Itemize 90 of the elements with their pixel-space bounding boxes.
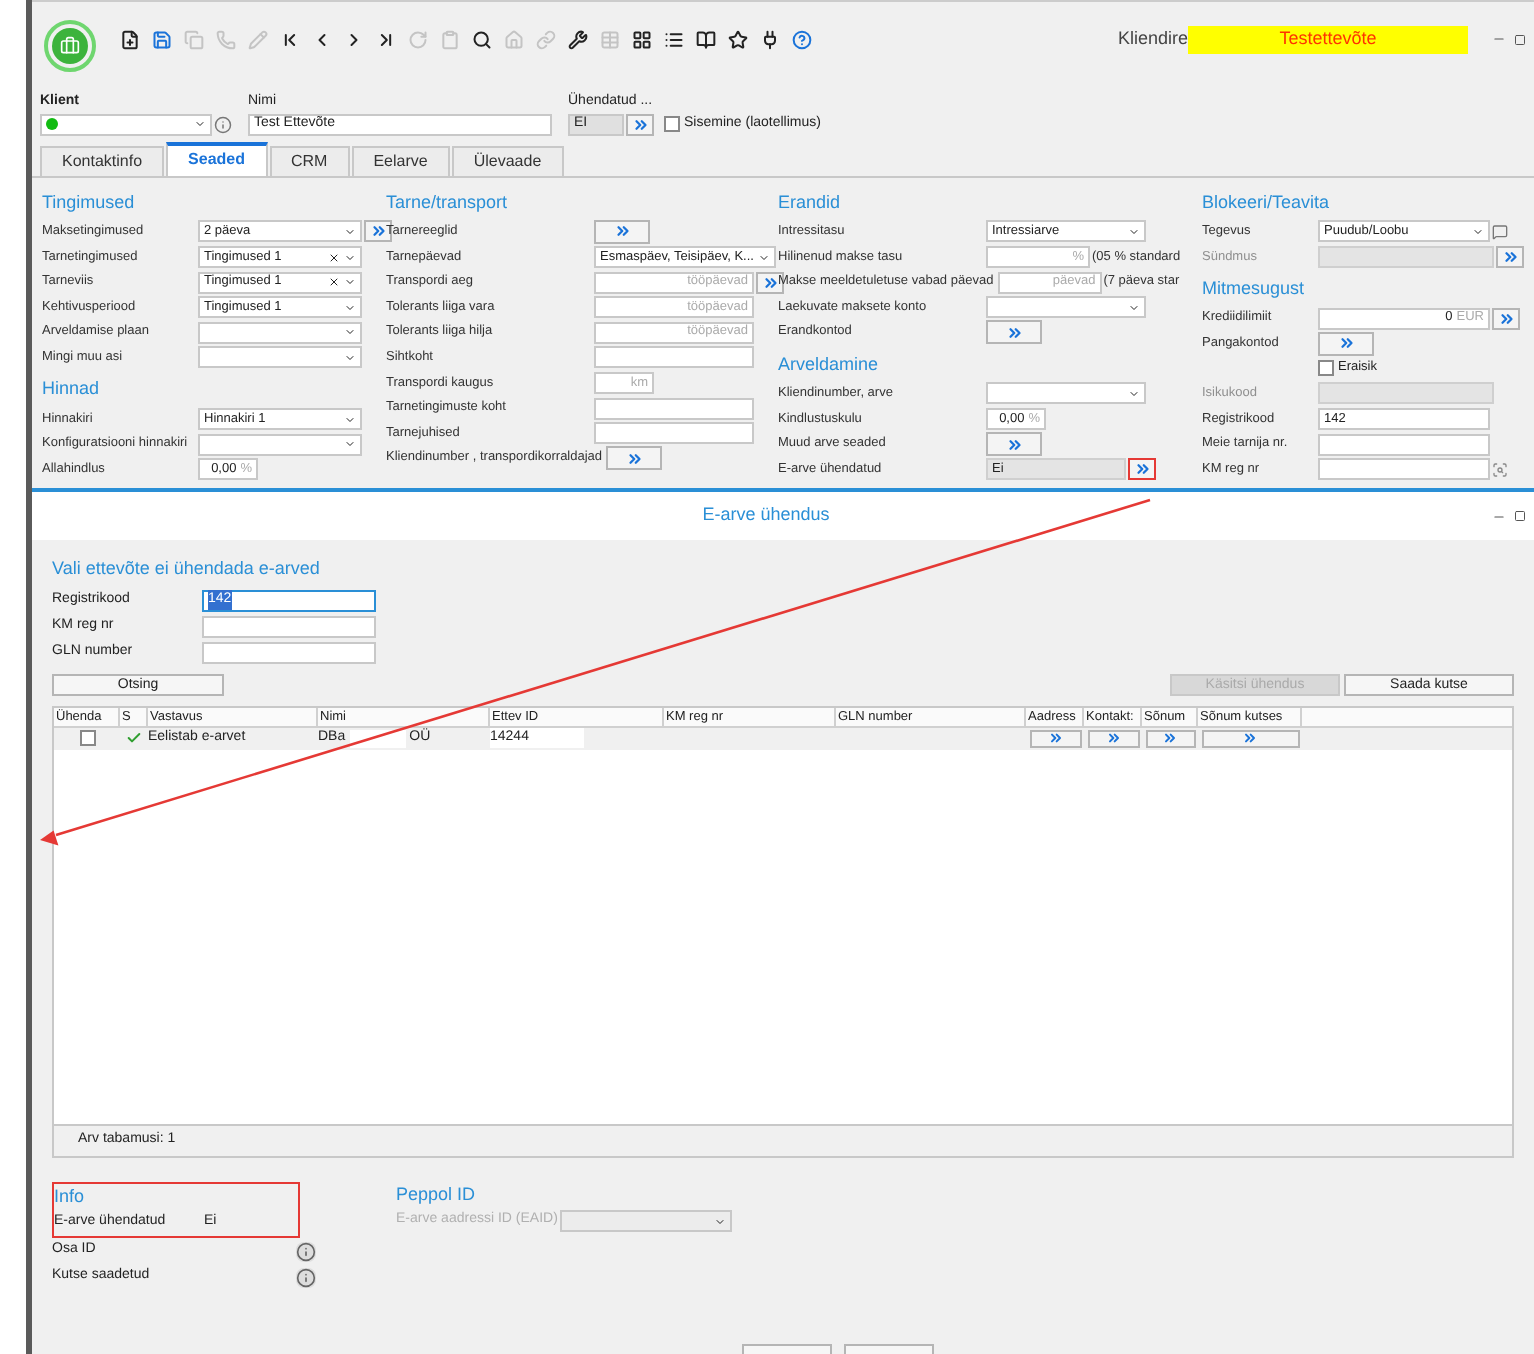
checkbox[interactable] [79,730,95,746]
section-heading: Info [54,1183,87,1209]
dropdown-field[interactable] [198,433,362,456]
input-field[interactable] [1318,433,1490,456]
clear-icon[interactable] [328,251,340,264]
chevrons-right-icon [631,115,649,134]
chevrons-right-icon [369,222,387,241]
input-field[interactable] [594,422,754,445]
input-field[interactable] [202,641,376,663]
more-button[interactable] [1318,331,1374,356]
chevrons-right-icon [1047,730,1063,746]
dropdown-caret-icon [757,251,770,264]
more-button[interactable] [1128,458,1156,481]
chevrons-right-icon [1497,309,1515,328]
more-button[interactable] [986,432,1042,457]
input-field[interactable] [594,346,754,369]
dropdown-field[interactable] [40,113,212,136]
dropdown-caret-icon [194,118,206,131]
more-button[interactable] [986,320,1042,345]
more-button[interactable] [1492,307,1520,330]
highlighted-title: Testettevõte [1188,26,1468,54]
last-record-icon[interactable] [376,29,396,50]
dropdown-field[interactable] [986,296,1146,319]
maximize-icon[interactable] [1514,33,1526,46]
plug-icon[interactable] [760,29,780,50]
book-icon[interactable] [696,29,716,50]
tab[interactable]: Seaded [166,141,267,176]
app-logo-icon [44,19,96,72]
wrench-icon[interactable] [568,29,588,50]
dialog-title: E-arve ühendus [702,502,830,529]
chevrons-right-icon [1501,248,1519,267]
tab[interactable]: CRM [269,145,350,176]
dropdown-caret-icon [713,1215,726,1227]
file-plus-icon[interactable] [120,29,140,50]
dropdown-caret-icon [1472,225,1484,238]
dropdown-caret-icon [1128,387,1140,400]
dropdown-field[interactable] [986,382,1146,405]
more-button[interactable] [1145,729,1195,747]
section-heading: Tarne/transport [386,189,510,216]
section-heading: Mitmesugust [1202,275,1307,302]
dropdown-caret-icon [1128,301,1140,314]
input-field[interactable] [202,615,376,637]
section-heading: Peppol ID [396,1181,478,1208]
chevrons-right-icon [613,222,631,241]
input-field[interactable] [594,397,754,420]
chevrons-right-icon [1242,730,1258,746]
section-heading: Hinnad [42,376,102,403]
list-icon[interactable] [664,29,684,50]
clear-icon[interactable] [328,276,340,289]
more-button[interactable] [594,219,650,244]
info-icon[interactable] [296,1241,316,1261]
more-button[interactable] [1087,729,1139,747]
chevrons-right-icon [1005,435,1023,454]
more-button[interactable] [606,446,663,471]
chevrons-right-icon [761,273,779,292]
section-heading: Blokeeri/Teavita [1202,189,1332,216]
tab[interactable]: Kontaktinfo [40,145,165,176]
lookup-icon[interactable] [1492,461,1508,478]
search-icon[interactable] [472,29,492,50]
section-heading: Tingimused [42,189,137,216]
chevrons-right-icon [1105,730,1121,746]
tab[interactable]: Eelarve [351,145,450,176]
more-button[interactable] [1029,729,1081,747]
chevrons-right-icon [1133,460,1151,479]
maximize-icon[interactable] [1513,510,1526,522]
comment-icon[interactable] [1492,223,1508,240]
section-heading: Arveldamine [778,351,881,378]
star-icon[interactable] [728,29,748,50]
more-button[interactable] [626,113,654,136]
help-icon[interactable] [792,29,812,50]
dropdown-field[interactable] [198,321,362,344]
info-icon[interactable] [296,1267,316,1287]
dropdown-field[interactable] [559,1210,732,1232]
arrowhead-icon [40,830,59,846]
dropdown-caret-icon [1128,225,1140,238]
chevrons-right-icon [1162,730,1178,746]
save-icon[interactable] [152,29,172,50]
first-record-icon[interactable] [280,29,300,50]
checkbox[interactable] [1318,360,1334,377]
checkbox[interactable] [664,116,680,133]
window-title: Kliendire [1117,26,1188,53]
info-icon[interactable] [214,115,232,134]
chevrons-right-icon [1337,334,1355,353]
tab[interactable]: Ülevaade [451,145,564,176]
dropdown-field[interactable] [198,346,362,369]
chevrons-right-icon [625,449,644,468]
input-field[interactable] [1318,458,1490,481]
dialog-heading: Vali ettevõte ei ühendada e-arved [52,556,322,582]
section-heading: Erandid [778,189,843,216]
chevrons-right-icon [1005,323,1023,342]
